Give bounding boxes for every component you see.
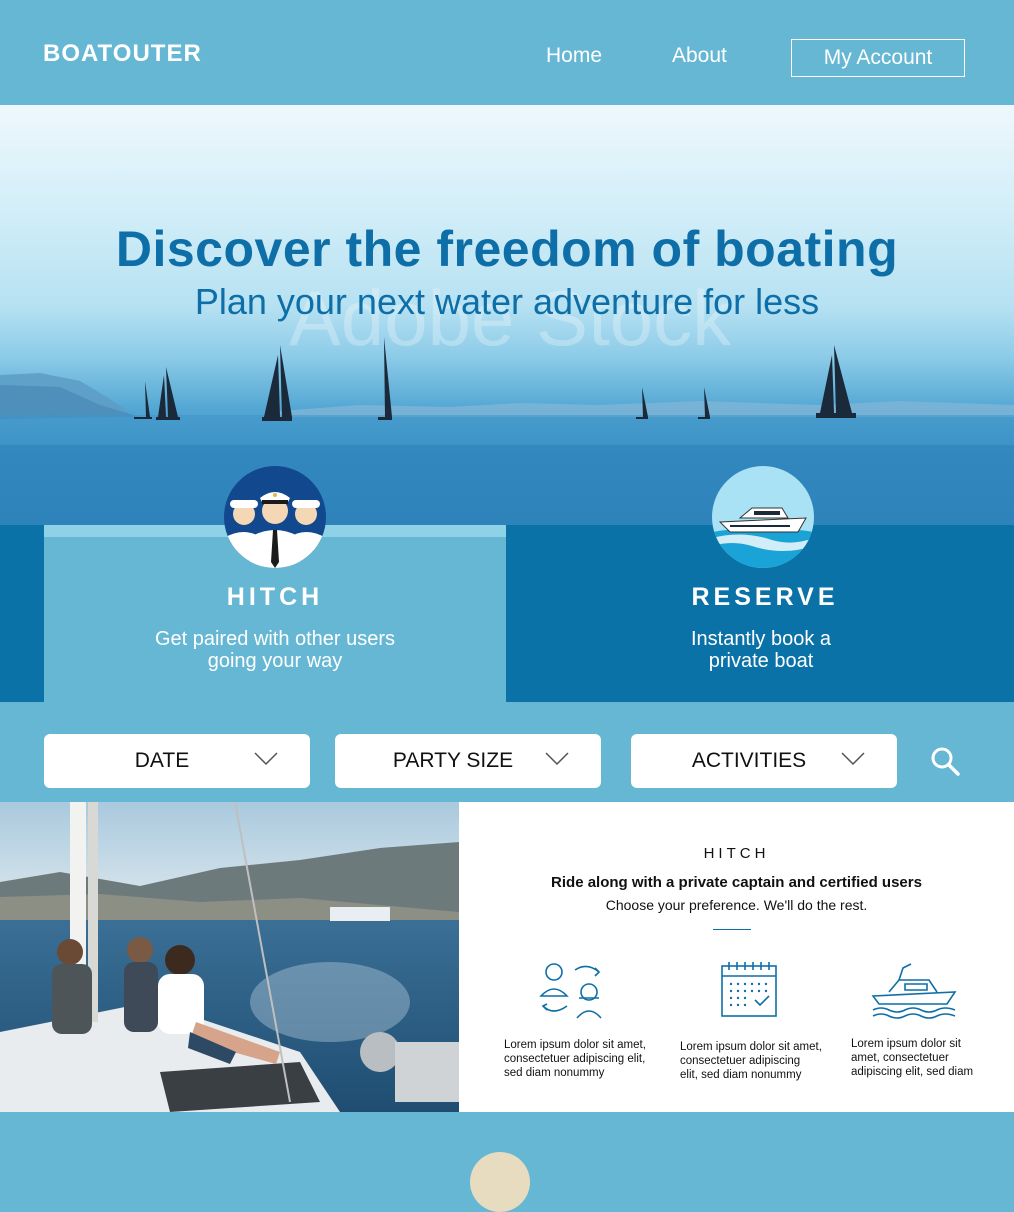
hero-title: Discover the freedom of boating — [115, 221, 899, 277]
info-title: Ride along with a private captain and ce… — [551, 874, 922, 891]
nav-about-link[interactable]: About — [672, 44, 727, 68]
feature-text-1: Lorem ipsum dolor sit amet, consectetuer … — [504, 1039, 646, 1079]
sailing-friends-photo — [0, 802, 459, 1112]
chevron-down-icon — [254, 752, 278, 766]
nav-home-link[interactable]: Home — [546, 44, 602, 68]
search-icon[interactable] — [930, 746, 960, 776]
party-size-select[interactable]: PARTY SIZE — [335, 734, 601, 788]
calendar-icon — [721, 962, 777, 1017]
left-accent-band — [0, 525, 44, 702]
hitch-card-title: HITCH — [226, 583, 324, 611]
site-header: BOATOUTER Home About My Account — [0, 0, 1014, 105]
info-subtitle: Choose your preference. We'll do the res… — [605, 897, 868, 913]
hero-banner: Adobe Stock Discover the freedom of boat… — [0, 105, 1014, 525]
hitch-card-desc-line1: Get paired with other users — [154, 628, 396, 650]
reserve-card-desc-line1: Instantly book a — [690, 628, 832, 650]
date-select-label: DATE — [134, 749, 190, 772]
reserve-card-title: RESERVE — [691, 583, 839, 611]
info-kicker: HITCH — [703, 845, 770, 862]
footer-avatar — [470, 1152, 530, 1212]
date-select[interactable]: DATE — [44, 734, 310, 788]
feature-text-2: Lorem ipsum dolor sit amet, consectetuer … — [680, 1041, 822, 1081]
booking-search-bar: DATE PARTY SIZE ACTIVITIES — [0, 702, 1014, 802]
boat-icon — [871, 963, 957, 1019]
divider — [713, 929, 751, 930]
chevron-down-icon — [841, 752, 865, 766]
hitch-info-panel: HITCH Ride along with a private captain … — [459, 802, 1014, 1112]
activities-select-label: ACTIVITIES — [691, 749, 807, 772]
hero-subtitle: Plan your next water adventure for less — [194, 281, 820, 322]
site-logo[interactable]: BOATOUTER — [43, 40, 202, 68]
activities-select[interactable]: ACTIVITIES — [631, 734, 897, 788]
footer-strip — [0, 1112, 1014, 1212]
hitch-card-desc-line2: going your way — [207, 650, 343, 672]
swap-users-icon — [539, 963, 602, 1019]
party-size-select-label: PARTY SIZE — [392, 749, 514, 772]
chevron-down-icon — [545, 752, 569, 766]
reserve-card-desc-line2: private boat — [708, 650, 814, 672]
my-account-button[interactable]: My Account — [791, 39, 965, 77]
crew-avatar-icon — [224, 466, 326, 568]
yacht-avatar-icon — [712, 466, 814, 568]
feature-text-3: Lorem ipsum dolor sit amet, consectetuer a… — [851, 1038, 974, 1078]
